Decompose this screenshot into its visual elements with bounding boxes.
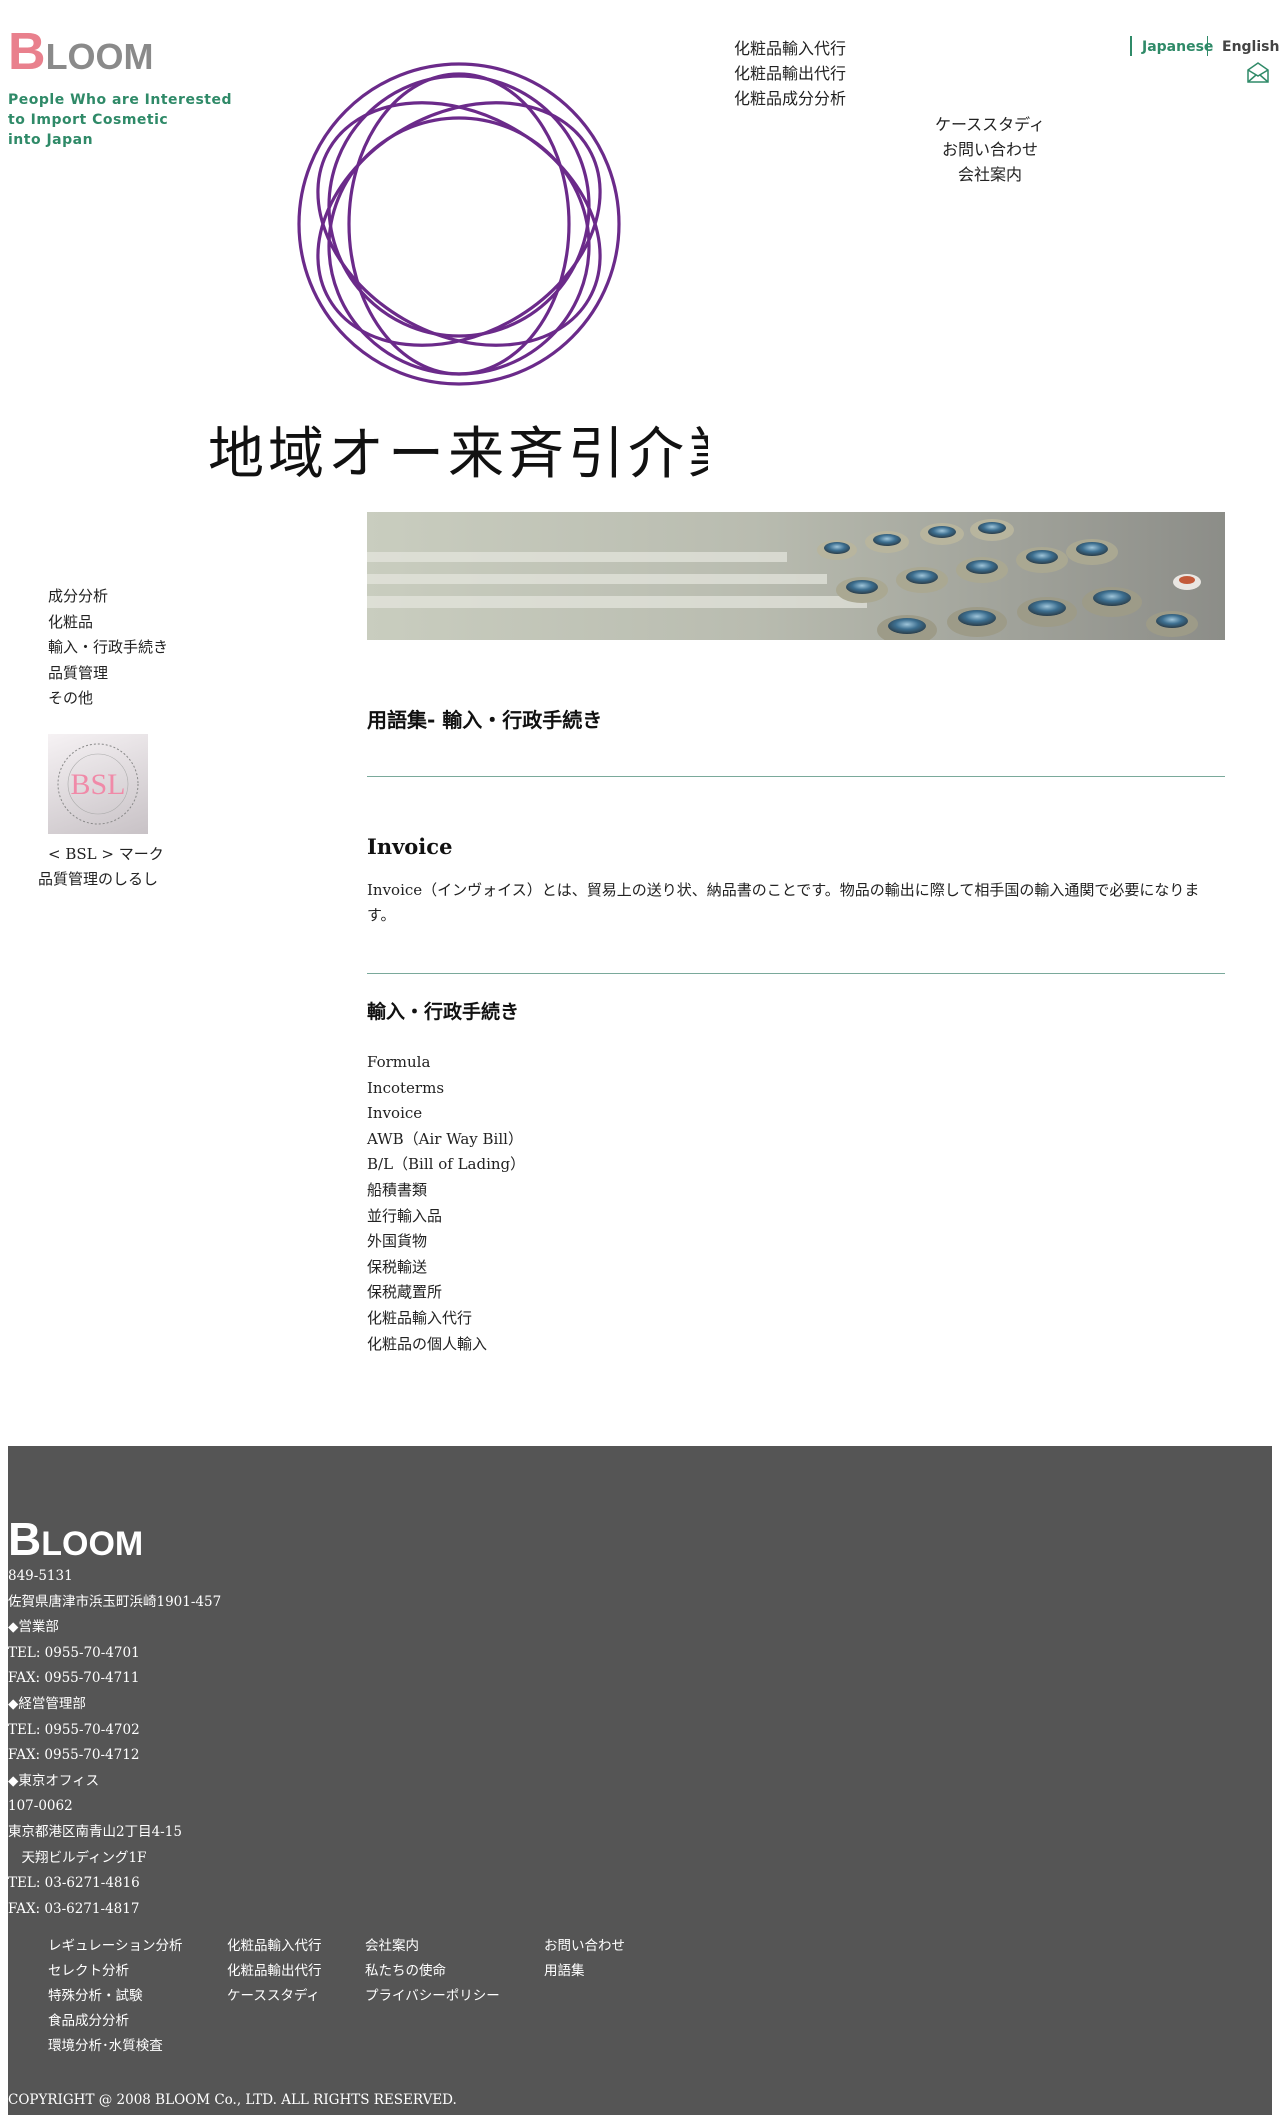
- address-line: ◆営業部: [8, 1619, 59, 1636]
- divider: [1130, 36, 1132, 56]
- nav-company[interactable]: 会社案内: [932, 162, 1048, 187]
- sidebar-item-other[interactable]: その他: [48, 686, 168, 712]
- top-nav-primary: 化粧品輸入代行 化粧品輸出代行 化粧品成分分析: [734, 36, 846, 111]
- address-line: ◆東京オフィス: [8, 1772, 100, 1789]
- bsl-badge-image[interactable]: BSL: [48, 734, 148, 834]
- term-link[interactable]: B/L（Bill of Lading）: [367, 1152, 525, 1178]
- address-line: FAX: 03-6271-4817: [8, 1900, 140, 1917]
- address-line: TEL: 0955-70-4701: [8, 1644, 140, 1661]
- tagline: People Who are Interested to Import Cosm…: [8, 90, 232, 150]
- site-logo[interactable]: BLOOM: [8, 26, 154, 78]
- footer-link[interactable]: 化粧品輸出代行: [227, 1959, 322, 1984]
- term-link[interactable]: 保税輸送: [367, 1255, 525, 1281]
- term-link[interactable]: Incoterms: [367, 1076, 525, 1102]
- term-link[interactable]: 化粧品の個人輸入: [367, 1332, 525, 1358]
- category-title: 輸入・行政手続き: [367, 1001, 520, 1023]
- divider: [367, 776, 1225, 777]
- footer-logo[interactable]: BLOOM: [8, 1512, 143, 1566]
- footer-address: 849-5131 佐賀県唐津市浜玉町浜崎1901-457 ◆営業部 TEL: 0…: [8, 1564, 221, 1922]
- bsl-badge-text: BSL: [70, 768, 125, 801]
- term-link[interactable]: 並行輸入品: [367, 1204, 525, 1230]
- term-link[interactable]: Formula: [367, 1050, 525, 1076]
- address-line: 天翔ビルディング1F: [8, 1849, 147, 1866]
- footer-link[interactable]: レギュレーション分析: [48, 1934, 182, 1959]
- mail-icon[interactable]: [1246, 60, 1270, 84]
- lang-english-link[interactable]: English: [1222, 39, 1279, 55]
- footer-col-company: 会社案内 私たちの使命 プライバシーポリシー: [365, 1934, 500, 2009]
- footer-link[interactable]: セレクト分析: [48, 1959, 182, 1984]
- footer-logo-rest: LOOM: [41, 1525, 144, 1563]
- nav-cosmetic-import[interactable]: 化粧品輸入代行: [734, 36, 846, 61]
- footer-link[interactable]: 用語集: [544, 1959, 625, 1984]
- address-line: TEL: 0955-70-4702: [8, 1721, 140, 1738]
- term-description: Invoice（インヴォイス）とは、貿易上の送り状、納品書のことです。物品の輸出…: [367, 881, 1200, 924]
- tagline-line: into Japan: [8, 132, 94, 148]
- bsl-caption-mark: < BSL > マーク: [48, 845, 164, 863]
- sidebar-item-cosmetics[interactable]: 化粧品: [48, 610, 168, 636]
- address-line: 佐賀県唐津市浜玉町浜崎1901-457: [8, 1593, 222, 1610]
- nav-contact[interactable]: お問い合わせ: [932, 137, 1048, 162]
- tagline-line: People Who are Interested: [8, 92, 232, 108]
- logo-rest: LOOM: [45, 36, 154, 77]
- address-line: ◆経営管理部: [8, 1695, 86, 1712]
- address-line: 107-0062: [8, 1798, 73, 1815]
- hero-heading: 地域オー来斉引介業: [208, 422, 708, 478]
- term-title: Invoice: [367, 834, 453, 859]
- nav-ingredient-analysis[interactable]: 化粧品成分分析: [734, 86, 846, 111]
- copyright: COPYRIGHT @ 2008 BLOOM Co., LTD. ALL RIG…: [8, 2092, 457, 2108]
- emblem-logo: [297, 62, 621, 386]
- sidebar-item-ingredient[interactable]: 成分分析: [48, 584, 168, 610]
- nav-case-study[interactable]: ケーススタディ: [932, 112, 1048, 137]
- term-link[interactable]: 保税蔵置所: [367, 1280, 525, 1306]
- address-line: FAX: 0955-70-4712: [8, 1747, 140, 1764]
- tagline-line: to Import Cosmetic: [8, 112, 169, 128]
- footer-link[interactable]: 特殊分析・試験: [48, 1984, 182, 2009]
- bsl-caption-quality: 品質管理のしるし: [37, 870, 158, 888]
- address-line: 東京都港区南青山2丁目4-15: [8, 1823, 182, 1840]
- footer-link[interactable]: ケーススタディ: [227, 1984, 322, 2009]
- logo-initial: B: [8, 23, 46, 81]
- footer-link[interactable]: 私たちの使命: [365, 1959, 500, 1984]
- footer-col-analysis: レギュレーション分析 セレクト分析 特殊分析・試験 食品成分分析 環境分析･水質…: [48, 1934, 182, 2059]
- term-link[interactable]: AWB（Air Way Bill）: [367, 1127, 525, 1153]
- term-link[interactable]: 外国貨物: [367, 1229, 525, 1255]
- top-nav-secondary: ケーススタディ お問い合わせ 会社案内: [932, 112, 1048, 187]
- term-link[interactable]: 化粧品輸入代行: [367, 1306, 525, 1332]
- footer-link[interactable]: 食品成分分析: [48, 2009, 182, 2034]
- banner-image: [367, 512, 1225, 640]
- lang-japanese-link[interactable]: Japanese: [1142, 39, 1213, 55]
- page-title: 用語集- 輸入・行政手続き: [367, 708, 603, 732]
- sidebar-item-import-admin[interactable]: 輸入・行政手続き: [48, 635, 168, 661]
- footer-col-contact: お問い合わせ 用語集: [544, 1934, 625, 1984]
- nav-cosmetic-export[interactable]: 化粧品輸出代行: [734, 61, 846, 86]
- footer-link[interactable]: 会社案内: [365, 1934, 500, 1959]
- footer-link[interactable]: お問い合わせ: [544, 1934, 625, 1959]
- address-line: FAX: 0955-70-4711: [8, 1670, 140, 1687]
- divider: [1207, 36, 1208, 56]
- address-line: 849-5131: [8, 1568, 73, 1584]
- divider: [367, 973, 1225, 974]
- sidebar-nav: 成分分析 化粧品 輸入・行政手続き 品質管理 その他: [48, 584, 168, 712]
- footer-logo-initial: B: [8, 1513, 42, 1565]
- sidebar-item-quality[interactable]: 品質管理: [48, 661, 168, 687]
- term-link[interactable]: 船積書類: [367, 1178, 525, 1204]
- term-link[interactable]: Invoice: [367, 1101, 525, 1127]
- footer-link[interactable]: 環境分析･水質検査: [48, 2034, 182, 2059]
- footer-link[interactable]: プライバシーポリシー: [365, 1984, 500, 2009]
- term-list: Formula Incoterms Invoice AWB（Air Way Bi…: [367, 1050, 525, 1357]
- footer-link[interactable]: 化粧品輸入代行: [227, 1934, 322, 1959]
- site-footer: BLOOM 849-5131 佐賀県唐津市浜玉町浜崎1901-457 ◆営業部 …: [8, 1446, 1272, 2115]
- address-line: TEL: 03-6271-4816: [8, 1875, 140, 1892]
- footer-col-services: 化粧品輸入代行 化粧品輸出代行 ケーススタディ: [227, 1934, 322, 2009]
